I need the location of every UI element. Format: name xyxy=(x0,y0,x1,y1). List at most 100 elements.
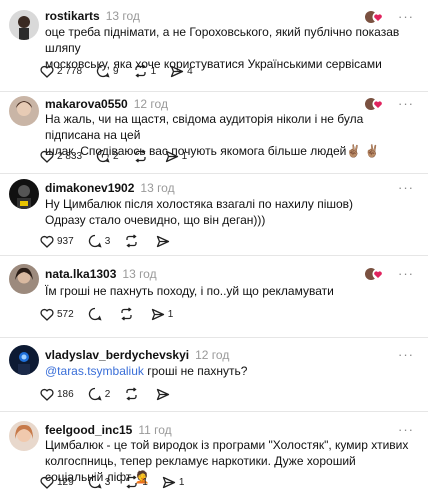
like-button[interactable]: 186 xyxy=(40,388,74,401)
username[interactable]: dimakonev1902 xyxy=(45,181,134,195)
like-button[interactable]: 572 xyxy=(40,308,74,321)
like-button[interactable]: 937 xyxy=(40,235,74,248)
more-options-icon[interactable]: ··· xyxy=(398,97,414,110)
timestamp: 11 год xyxy=(138,423,172,437)
repost-button[interactable] xyxy=(124,234,142,248)
mention-link[interactable]: @taras.tsymbaliuk xyxy=(45,364,144,378)
like-count: 572 xyxy=(57,308,74,320)
reply-post: dimakonev1902 13 год ··· Ну Цимбалюк піс… xyxy=(0,174,428,256)
send-icon xyxy=(171,65,184,77)
timestamp: 12 год xyxy=(195,348,230,362)
username[interactable]: nata.lka1303 xyxy=(45,267,116,281)
comment-icon xyxy=(88,475,102,489)
post-text-line: На жаль, чи на щастя, свідома аудиторія … xyxy=(45,112,364,142)
heart-icon xyxy=(40,235,54,248)
comment-icon xyxy=(88,307,102,321)
post-text-line: Їм гроші не пахнуть походу, і по..уй що … xyxy=(45,284,334,298)
like-button[interactable]: 129 xyxy=(40,476,74,489)
username[interactable]: vladyslav_berdychevskyi xyxy=(45,348,189,362)
post-text-line: Одразу стало очевидно, що він деган))) xyxy=(45,213,266,227)
share-count: 1 xyxy=(178,476,185,488)
timestamp: 13 год xyxy=(105,9,140,23)
share-count: 4 xyxy=(187,65,193,77)
like-count: 2 778 xyxy=(57,65,83,77)
share-button[interactable]: 1 xyxy=(165,150,188,163)
share-button[interactable]: 4 xyxy=(170,65,193,78)
username[interactable]: feelgood_inc15 xyxy=(45,423,132,437)
reply-post: feelgood_inc15 11 год ··· Цимбалюк - це … xyxy=(0,412,428,497)
reply-button[interactable]: 2 xyxy=(88,387,111,401)
share-count: 1 xyxy=(167,308,174,320)
like-count: 186 xyxy=(57,388,74,400)
like-count: 2 833 xyxy=(57,150,83,162)
username[interactable]: rostikarts xyxy=(45,9,100,23)
author-liked-badge xyxy=(364,267,384,281)
repost-count: 1 xyxy=(142,476,148,488)
send-icon xyxy=(165,150,178,162)
reply-count: 2 xyxy=(113,150,119,162)
heart-icon xyxy=(40,308,54,321)
avatar[interactable] xyxy=(9,345,39,375)
like-button[interactable]: 2 833 xyxy=(40,150,82,163)
post-text-line: @taras.tsymbaliuk гроші не пахнуть? xyxy=(45,363,415,379)
avatar[interactable] xyxy=(9,96,39,126)
reply-count: 2 xyxy=(104,388,111,400)
avatar[interactable] xyxy=(9,10,39,40)
like-count: 129 xyxy=(57,476,74,488)
reply-button[interactable] xyxy=(88,307,105,321)
heart-icon xyxy=(40,476,54,489)
timestamp: 13 год xyxy=(140,181,175,195)
repost-count: 1 xyxy=(150,65,157,77)
share-button[interactable]: 1 xyxy=(151,308,174,321)
more-options-icon[interactable]: ··· xyxy=(398,348,414,361)
share-button[interactable]: 1 xyxy=(162,476,185,489)
share-button[interactable] xyxy=(156,235,173,248)
send-icon xyxy=(151,308,164,320)
comment-icon xyxy=(88,387,102,401)
repost-icon xyxy=(126,234,137,248)
share-count: 1 xyxy=(181,150,188,162)
comment-icon xyxy=(96,149,110,163)
reply-count: 3 xyxy=(104,476,111,488)
avatar[interactable] xyxy=(9,421,39,451)
repost-button[interactable]: 1 xyxy=(124,475,148,489)
replies-feed: rostikarts 13 год ··· оце треба піднімат… xyxy=(0,0,428,497)
like-button[interactable]: 2 778 xyxy=(40,65,82,78)
avatar[interactable] xyxy=(9,264,39,294)
reply-post: vladyslav_berdychevskyi 12 год ··· @tara… xyxy=(0,338,428,412)
post-text-line: Цимбалюк - це той виродок із програми "Х… xyxy=(45,438,409,452)
timestamp: 12 год xyxy=(133,97,168,111)
reply-post: rostikarts 13 год ··· оце треба піднімат… xyxy=(0,0,428,92)
send-icon xyxy=(162,476,175,488)
reply-button[interactable]: 3 xyxy=(88,234,110,248)
reply-post: nata.lka1303 13 год ··· Їм гроші не пахн… xyxy=(0,256,428,338)
reply-button[interactable]: 3 xyxy=(88,475,111,489)
share-button[interactable] xyxy=(156,388,173,401)
reply-button[interactable]: 9 xyxy=(96,64,119,78)
repost-icon xyxy=(126,387,137,401)
repost-icon xyxy=(126,475,137,489)
repost-button[interactable] xyxy=(119,307,137,321)
like-count: 937 xyxy=(57,235,74,247)
send-icon xyxy=(157,388,170,400)
post-text-line: Ну Цимбалюк після холостяка взагалі по н… xyxy=(45,197,354,211)
more-options-icon[interactable]: ··· xyxy=(398,267,414,280)
reply-count: 9 xyxy=(113,65,119,77)
comment-icon xyxy=(96,64,110,78)
heart-icon xyxy=(40,388,54,401)
author-liked-badge xyxy=(364,10,384,24)
username[interactable]: makarova0550 xyxy=(45,97,128,111)
repost-button[interactable] xyxy=(124,387,142,401)
more-options-icon[interactable]: ··· xyxy=(398,181,414,194)
reply-post: makarova0550 12 год ··· На жаль, чи на щ… xyxy=(0,92,428,174)
more-options-icon[interactable]: ··· xyxy=(398,423,414,436)
post-text: гроші не пахнуть? xyxy=(143,364,248,378)
reply-button[interactable]: 2 xyxy=(96,149,119,163)
timestamp: 13 год xyxy=(122,267,157,281)
repost-icon xyxy=(134,64,146,78)
more-options-icon[interactable]: ··· xyxy=(398,10,414,23)
avatar[interactable] xyxy=(9,179,39,209)
repost-button[interactable] xyxy=(133,149,151,163)
repost-button[interactable]: 1 xyxy=(133,64,157,78)
author-liked-badge xyxy=(364,97,384,111)
